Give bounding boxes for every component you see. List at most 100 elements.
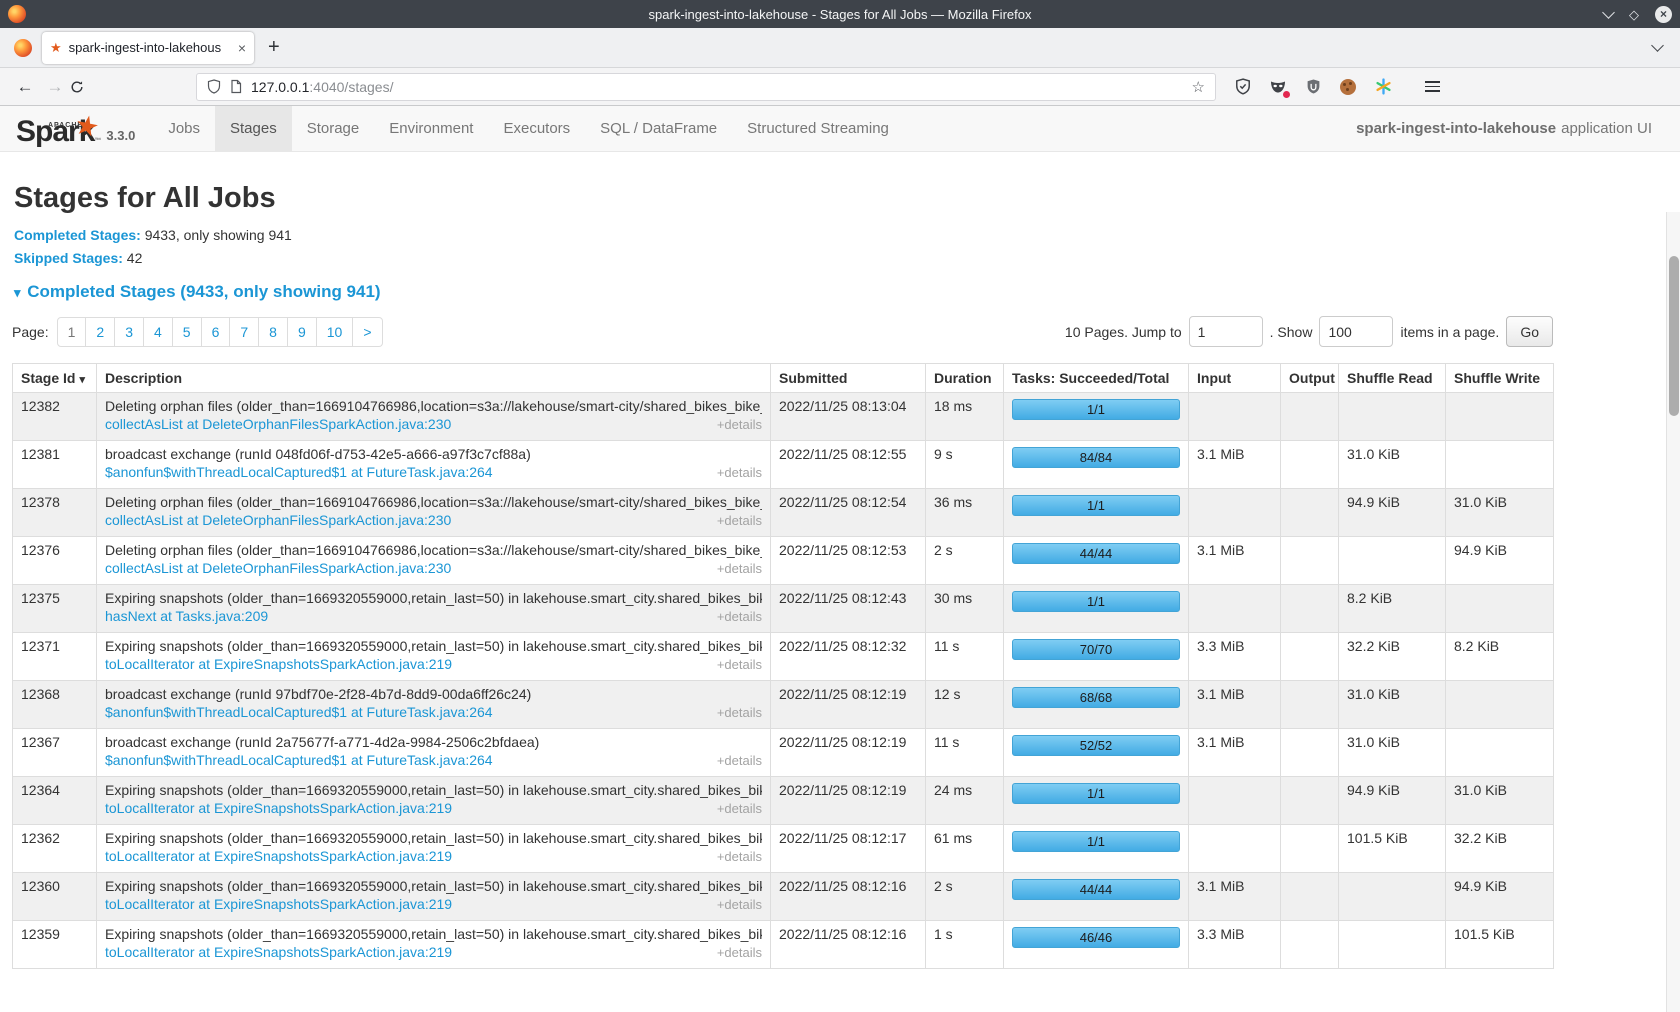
- page-button-5[interactable]: 5: [173, 317, 202, 347]
- close-window-icon[interactable]: ×: [1655, 6, 1672, 23]
- stage-row: 12368broadcast exchange (runId 97bdf70e-…: [13, 681, 1554, 729]
- menu-icon[interactable]: [1425, 81, 1440, 92]
- details-toggle[interactable]: +details: [717, 897, 762, 912]
- cookie-icon[interactable]: [1339, 78, 1357, 96]
- details-toggle[interactable]: +details: [717, 561, 762, 576]
- list-all-tabs-icon[interactable]: [1653, 45, 1662, 50]
- items-per-page-input[interactable]: [1319, 316, 1393, 347]
- page-info-icon[interactable]: [229, 79, 243, 94]
- new-tab-button[interactable]: +: [268, 36, 280, 59]
- minimize-icon[interactable]: [1602, 6, 1615, 19]
- page-button-9[interactable]: 9: [288, 317, 317, 347]
- go-button[interactable]: Go: [1506, 316, 1553, 347]
- duration-cell: 2 s: [926, 537, 1004, 585]
- stage-id-cell: 12378: [13, 489, 97, 537]
- description-cell: Expiring snapshots (older_than=166932055…: [97, 777, 771, 825]
- stage-callsite-link[interactable]: hasNext at Tasks.java:209: [105, 608, 268, 624]
- jump-to-page-input[interactable]: [1189, 316, 1263, 347]
- stage-row: 12362Expiring snapshots (older_than=1669…: [13, 825, 1554, 873]
- stage-description: Expiring snapshots (older_than=166932055…: [105, 782, 762, 798]
- output-cell: [1281, 585, 1339, 633]
- bookmark-star-icon[interactable]: ☆: [1192, 78, 1205, 96]
- stage-callsite-link[interactable]: toLocalIterator at ExpireSnapshotsSparkA…: [105, 800, 452, 816]
- details-toggle[interactable]: +details: [717, 465, 762, 480]
- nav-tab-stages[interactable]: Stages: [215, 106, 292, 151]
- stage-id-cell: 12371: [13, 633, 97, 681]
- details-toggle[interactable]: +details: [717, 945, 762, 960]
- stage-callsite-link[interactable]: $anonfun$withThreadLocalCaptured$1 at Fu…: [105, 704, 493, 720]
- browser-tab-active[interactable]: ★ spark-ingest-into-lakehous ×: [42, 32, 254, 64]
- stage-callsite-link[interactable]: toLocalIterator at ExpireSnapshotsSparkA…: [105, 656, 452, 672]
- page-button-6[interactable]: 6: [202, 317, 231, 347]
- duration-cell: 61 ms: [926, 825, 1004, 873]
- page-button->[interactable]: >: [353, 317, 382, 347]
- firefox-view-icon[interactable]: [14, 39, 32, 57]
- column-header-description[interactable]: Description: [97, 364, 771, 393]
- stage-row: 12371Expiring snapshots (older_than=1669…: [13, 633, 1554, 681]
- tasks-progress-bar: 70/70: [1012, 639, 1180, 660]
- back-button[interactable]: ←: [10, 77, 40, 97]
- stage-callsite-link[interactable]: toLocalIterator at ExpireSnapshotsSparkA…: [105, 896, 452, 912]
- column-header-tasks-succeeded-total[interactable]: Tasks: Succeeded/Total: [1004, 364, 1189, 393]
- page-button-7[interactable]: 7: [230, 317, 259, 347]
- details-toggle[interactable]: +details: [717, 849, 762, 864]
- reload-button[interactable]: [70, 80, 100, 94]
- details-toggle[interactable]: +details: [717, 657, 762, 672]
- nav-tab-executors[interactable]: Executors: [488, 106, 585, 151]
- stage-callsite-link[interactable]: toLocalIterator at ExpireSnapshotsSparkA…: [105, 944, 452, 960]
- maximize-icon[interactable]: ◇: [1629, 8, 1639, 21]
- column-header-stage-id[interactable]: Stage Id▾: [13, 364, 97, 393]
- url-text[interactable]: 127.0.0.1:4040/stages/: [251, 79, 1184, 95]
- url-bar[interactable]: 127.0.0.1:4040/stages/ ☆: [196, 73, 1216, 101]
- details-toggle[interactable]: +details: [717, 753, 762, 768]
- asterisk-extension-icon[interactable]: [1374, 78, 1392, 96]
- column-header-output[interactable]: Output: [1281, 364, 1339, 393]
- stage-row: 12382Deleting orphan files (older_than=1…: [13, 393, 1554, 441]
- ublock-shield-icon[interactable]: [1304, 78, 1322, 96]
- stage-callsite-link[interactable]: collectAsList at DeleteOrphanFilesSparkA…: [105, 560, 451, 576]
- stages-table-body: 12382Deleting orphan files (older_than=1…: [13, 393, 1554, 969]
- stage-callsite-link[interactable]: $anonfun$withThreadLocalCaptured$1 at Fu…: [105, 464, 493, 480]
- page-button-2[interactable]: 2: [86, 317, 115, 347]
- nav-tab-structured-streaming[interactable]: Structured Streaming: [732, 106, 904, 151]
- details-toggle[interactable]: +details: [717, 801, 762, 816]
- stage-callsite-link[interactable]: toLocalIterator at ExpireSnapshotsSparkA…: [105, 848, 452, 864]
- stage-callsite-link[interactable]: $anonfun$withThreadLocalCaptured$1 at Fu…: [105, 752, 493, 768]
- page-button-3[interactable]: 3: [115, 317, 144, 347]
- spark-logo[interactable]: Spark™ APACHE ★ 3.3.0: [12, 106, 153, 151]
- nav-tab-environment[interactable]: Environment: [374, 106, 488, 151]
- column-header-input[interactable]: Input: [1189, 364, 1281, 393]
- completed-stages-summary: Completed Stages: 9433, only showing 941: [14, 227, 1668, 243]
- page-button-4[interactable]: 4: [144, 317, 173, 347]
- nav-tab-jobs[interactable]: Jobs: [153, 106, 215, 151]
- description-cell: broadcast exchange (runId 2a75677f-a771-…: [97, 729, 771, 777]
- nav-tab-sql-dataframe[interactable]: SQL / DataFrame: [585, 106, 732, 151]
- vertical-scrollbar[interactable]: [1666, 212, 1680, 1012]
- application-ui-label: spark-ingest-into-lakehouseapplication U…: [1356, 106, 1680, 151]
- stage-callsite-link[interactable]: collectAsList at DeleteOrphanFilesSparkA…: [105, 416, 451, 432]
- column-header-submitted[interactable]: Submitted: [771, 364, 926, 393]
- input-cell: 3.1 MiB: [1189, 537, 1281, 585]
- skipped-stages-summary: Skipped Stages: 42: [14, 250, 1668, 266]
- mask-extension-icon[interactable]: [1269, 78, 1287, 96]
- completed-stages-section-toggle[interactable]: ▾ Completed Stages (9433, only showing 9…: [14, 282, 1668, 302]
- details-toggle[interactable]: +details: [717, 705, 762, 720]
- column-header-duration[interactable]: Duration: [926, 364, 1004, 393]
- tasks-progress-bar: 1/1: [1012, 399, 1180, 420]
- tab-close-icon[interactable]: ×: [238, 40, 246, 56]
- column-header-shuffle-read[interactable]: Shuffle Read: [1339, 364, 1446, 393]
- details-toggle[interactable]: +details: [717, 513, 762, 528]
- details-toggle[interactable]: +details: [717, 417, 762, 432]
- tracking-protection-shield-icon[interactable]: [207, 79, 221, 94]
- stage-callsite-link[interactable]: collectAsList at DeleteOrphanFilesSparkA…: [105, 512, 451, 528]
- shield-check-extension-icon[interactable]: [1234, 78, 1252, 96]
- details-toggle[interactable]: +details: [717, 609, 762, 624]
- page-button-8[interactable]: 8: [259, 317, 288, 347]
- scrollbar-thumb[interactable]: [1669, 256, 1679, 416]
- page-label: Page:: [12, 324, 49, 340]
- nav-tab-storage[interactable]: Storage: [292, 106, 375, 151]
- page-button-10[interactable]: 10: [317, 317, 354, 347]
- page-button-1[interactable]: 1: [57, 317, 87, 347]
- tab-title: spark-ingest-into-lakehous: [69, 40, 231, 55]
- column-header-shuffle-write[interactable]: Shuffle Write: [1446, 364, 1554, 393]
